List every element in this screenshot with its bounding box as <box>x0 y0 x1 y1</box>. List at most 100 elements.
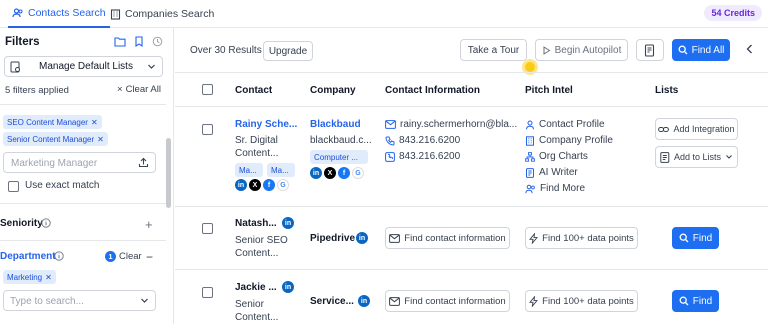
find-all-button[interactable]: Find All <box>672 39 730 61</box>
company-name-link[interactable]: Blackbaud <box>310 119 361 130</box>
begin-autopilot-button[interactable]: Begin Autopilot <box>535 39 628 61</box>
pitch-intel-org-charts[interactable]: Org Charts <box>525 151 588 162</box>
clear-all-button[interactable]: × Clear All <box>117 84 161 95</box>
row-checkbox[interactable] <box>202 124 213 135</box>
x-twitter-icon[interactable]: X <box>324 167 336 179</box>
column-header-company[interactable]: Company <box>310 85 356 96</box>
find-data-points-button[interactable]: Find 100+ data points <box>525 290 638 312</box>
phone-icon <box>385 136 395 146</box>
export-list-button[interactable] <box>636 39 664 61</box>
linkedin-icon[interactable]: in <box>282 281 294 293</box>
email-entry[interactable]: rainy.schermerhorn@bla... <box>385 119 517 130</box>
contact-tag-chip[interactable]: Ma... <box>267 163 295 177</box>
sidebar-scrollbar[interactable] <box>166 138 171 208</box>
row-checkbox[interactable] <box>202 223 213 234</box>
job-title-input[interactable]: Marketing Manager <box>3 152 156 173</box>
take-a-tour-button[interactable]: Take a Tour <box>460 39 527 61</box>
find-data-points-label: Find 100+ data points <box>542 295 634 307</box>
linkedin-icon[interactable]: in <box>356 232 368 244</box>
company-name[interactable]: Pipedrive <box>310 233 355 244</box>
find-contact-information-button[interactable]: Find contact information <box>385 290 510 312</box>
upgrade-button[interactable]: Upgrade <box>263 41 313 61</box>
manage-default-lists-select[interactable]: Manage Default Lists <box>4 56 163 77</box>
column-header-lists[interactable]: Lists <box>655 85 678 96</box>
department-search-input[interactable]: Type to search... <box>3 290 156 311</box>
google-icon[interactable]: G <box>352 167 364 179</box>
remove-chip-icon[interactable]: ✕ <box>91 118 98 127</box>
row-checkbox[interactable] <box>202 287 213 298</box>
mail-icon <box>389 296 401 306</box>
remove-chip-icon[interactable]: ✕ <box>45 273 52 282</box>
department-label[interactable]: Department <box>0 251 56 262</box>
add-to-lists-button[interactable]: Add to Lists <box>655 146 738 168</box>
x-twitter-icon[interactable]: X <box>249 179 261 191</box>
begin-autopilot-label: Begin Autopilot <box>554 44 622 56</box>
column-header-contact[interactable]: Contact <box>235 85 272 96</box>
contact-title: Senior SEO <box>235 235 288 246</box>
contact-title-cont: Content... <box>235 248 279 259</box>
find-data-points-button[interactable]: Find 100+ data points <box>525 227 638 249</box>
manage-default-lists-label: Manage Default Lists <box>39 61 133 72</box>
building-icon <box>525 135 535 146</box>
department-clear-button[interactable]: Clear <box>119 251 142 262</box>
contact-tag-chip[interactable]: Ma... <box>235 163 263 177</box>
bookmark-icon[interactable] <box>134 36 144 47</box>
tab-companies-label: Companies Search <box>125 8 215 20</box>
linkedin-icon[interactable]: in <box>310 167 322 179</box>
column-header-pitch-intel[interactable]: Pitch Intel <box>525 85 573 96</box>
chip-label: SEO Content Manager <box>7 117 88 127</box>
contact-title-cont: Content... <box>235 312 279 323</box>
find-button[interactable]: Find <box>672 227 719 249</box>
pitch-intel-company-profile[interactable]: Company Profile <box>525 135 613 146</box>
divider <box>0 104 166 105</box>
people-icon <box>525 184 536 194</box>
history-icon[interactable] <box>152 36 163 47</box>
remove-chip-icon[interactable]: ✕ <box>97 135 104 144</box>
expand-seniority-plus-icon[interactable]: + <box>145 217 153 232</box>
department-chip-marketing: Marketing ✕ <box>3 270 56 284</box>
contact-social-links: in X f G <box>235 179 289 191</box>
company-name[interactable]: Service... <box>310 296 354 307</box>
chip-label: Marketing <box>7 272 43 282</box>
linkedin-icon[interactable]: in <box>282 217 294 229</box>
find-all-label: Find All <box>691 44 725 56</box>
phone-value: 843.216.6200 <box>399 135 461 146</box>
find-button[interactable]: Find <box>672 290 719 312</box>
facebook-icon[interactable]: f <box>338 167 350 179</box>
add-integration-button[interactable]: Add Integration <box>655 118 738 140</box>
divider <box>175 106 768 107</box>
pitch-intel-find-more[interactable]: Find More <box>525 183 585 194</box>
tab-companies-search[interactable]: Companies Search <box>110 0 214 28</box>
lightning-icon <box>529 295 539 307</box>
google-icon[interactable]: G <box>277 179 289 191</box>
find-contact-information-label: Find contact information <box>404 232 506 244</box>
contact-name-link[interactable]: Rainy Sche... <box>235 119 297 130</box>
autopilot-sun-icon <box>525 62 535 72</box>
collapse-department-minus-icon[interactable]: − <box>146 250 153 264</box>
building-icon <box>110 8 121 20</box>
collapse-panel-chevron-left-icon[interactable] <box>745 43 754 55</box>
contact-name[interactable]: Natash... <box>235 218 277 229</box>
folder-icon[interactable] <box>114 36 126 47</box>
credits-badge[interactable]: 54 Credits <box>704 5 762 21</box>
mail-icon <box>389 233 401 243</box>
pitch-intel-ai-writer[interactable]: AI Writer <box>525 167 578 178</box>
company-industry-chip[interactable]: Computer ... <box>310 150 368 164</box>
link-icon <box>658 125 670 134</box>
find-contact-information-button[interactable]: Find contact information <box>385 227 510 249</box>
linkedin-icon[interactable]: in <box>358 295 370 307</box>
direct-phone-entry[interactable]: 843.216.6200 <box>385 151 460 162</box>
contact-name[interactable]: Jackie ... <box>235 282 277 293</box>
title-chip-seo-content-manager: SEO Content Manager ✕ <box>3 115 102 129</box>
linkedin-icon[interactable]: in <box>235 179 247 191</box>
exact-match-checkbox[interactable] <box>8 181 19 192</box>
filters-title: Filters <box>5 36 40 48</box>
tab-contacts-search[interactable]: Contacts Search <box>8 0 110 28</box>
facebook-icon[interactable]: f <box>263 179 275 191</box>
column-header-contact-information[interactable]: Contact Information <box>385 85 480 96</box>
select-all-checkbox[interactable] <box>202 84 213 95</box>
upload-icon[interactable] <box>138 157 149 168</box>
seniority-label[interactable]: Seniority <box>0 218 43 229</box>
phone-entry[interactable]: 843.216.6200 <box>385 135 460 146</box>
pitch-intel-contact-profile[interactable]: Contact Profile <box>525 119 605 130</box>
